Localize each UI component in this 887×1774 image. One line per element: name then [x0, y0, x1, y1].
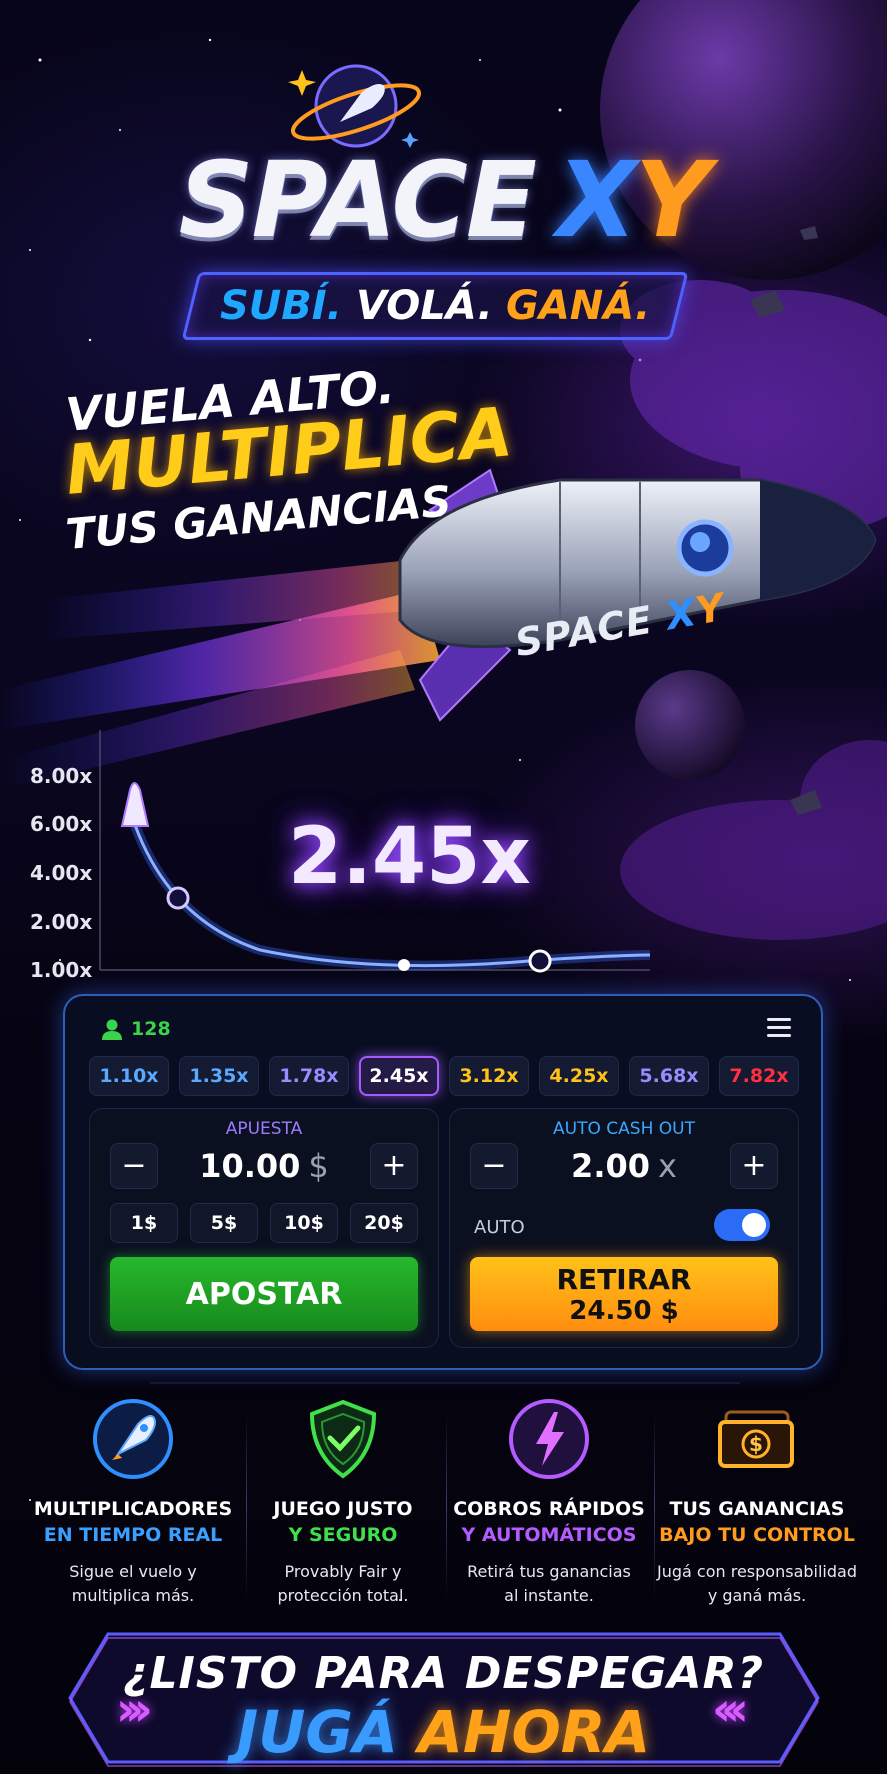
cash-out-label: RETIRAR: [556, 1263, 692, 1296]
y-tick-label: 4.00x: [30, 861, 93, 885]
auto-label: AUTO: [474, 1217, 525, 1238]
y-tick-label: 1.00x: [30, 958, 93, 982]
logo-word-space: SPACE: [178, 139, 537, 261]
feature-subtitle: BAJO TU CONTROL: [659, 1524, 855, 1546]
history-chip[interactable]: 4.25x: [539, 1056, 619, 1096]
cta-word-2: AHORA: [418, 1698, 651, 1766]
money-icon: $: [718, 1410, 794, 1468]
quick-bet-button[interactable]: 10$: [270, 1203, 338, 1243]
feature-desc: al instante.: [504, 1586, 594, 1605]
logo-letter-x: X: [556, 139, 637, 261]
bet-increase-button[interactable]: +: [370, 1143, 418, 1189]
play-now-button[interactable]: JUGÁ AHORA: [0, 1698, 887, 1766]
history-chip[interactable]: 1.10x: [89, 1056, 169, 1096]
cashout-increase-button[interactable]: +: [730, 1143, 778, 1189]
bet-amount-stepper: − 10.00 $ +: [110, 1143, 418, 1189]
quick-bet-button[interactable]: 20$: [350, 1203, 418, 1243]
y-tick-label: 8.00x: [30, 764, 93, 788]
tagline-word-1: SUBÍ.: [219, 283, 342, 329]
auto-cashout-stepper: − 2.00 x +: [470, 1143, 778, 1189]
history-chip[interactable]: 7.82x: [719, 1056, 799, 1096]
feature-desc: multiplica más.: [71, 1586, 195, 1605]
cashout-multiplier-unit: x: [658, 1147, 677, 1185]
y-tick-label: 2.00x: [30, 910, 93, 934]
feature-subtitle: Y AUTOMÁTICOS: [461, 1524, 637, 1546]
auto-toggle[interactable]: [714, 1209, 770, 1241]
auto-cashout-title: AUTO CASH OUT: [553, 1119, 695, 1139]
auto-cashout-box: AUTO CASH OUT − 2.00 x + AUTO RETIRAR 24.…: [449, 1108, 799, 1348]
bet-decrease-button[interactable]: −: [110, 1143, 158, 1189]
feature-desc: Sigue el vuelo y: [69, 1562, 197, 1581]
menu-icon[interactable]: [767, 1018, 791, 1040]
current-multiplier: 2.45x: [288, 812, 531, 902]
cash-out-button[interactable]: RETIRAR 24.50 $: [470, 1257, 778, 1331]
history-chip[interactable]: 1.78x: [269, 1056, 349, 1096]
players-count: 128: [131, 1018, 171, 1040]
svg-text:$: $: [749, 1432, 763, 1456]
user-icon: [102, 1019, 122, 1040]
y-tick-label: 6.00x: [30, 812, 93, 836]
feature-subtitle: Y SEGURO: [288, 1524, 398, 1546]
bet-amount-field[interactable]: 10.00 $: [170, 1143, 358, 1189]
game-screen: SPACE XY SUBÍ. VOLÁ. GANÁ. VUELA ALTO. MU…: [0, 0, 887, 1774]
rocket-icon: [93, 1399, 173, 1479]
multiplier-history: 1.10x 1.35x 1.78x 2.45x 3.12x 4.25x 5.68…: [89, 1056, 799, 1096]
cta-question: ¿LISTO PARA DESPEGAR?: [122, 1648, 765, 1699]
logo-letter-y: Y: [635, 139, 710, 261]
tagline-word-2: VOLÁ.: [355, 283, 493, 329]
lightning-icon: [509, 1399, 589, 1479]
bet-box: APUESTA − 10.00 $ + 1$ 5$ 10$ 20$ APOSTAR: [89, 1108, 439, 1348]
bet-amount-value: 10.00: [199, 1147, 301, 1185]
cashout-decrease-button[interactable]: −: [470, 1143, 518, 1189]
cta-word-1: JUGÁ: [236, 1698, 398, 1766]
feature-desc: Jugá con responsabilidad: [657, 1562, 857, 1581]
quick-bet-button[interactable]: 5$: [190, 1203, 258, 1243]
feature-desc: Retirá tus ganancias: [467, 1562, 631, 1581]
history-chip[interactable]: 1.35x: [179, 1056, 259, 1096]
quick-bet-options: 1$ 5$ 10$ 20$: [110, 1203, 418, 1243]
feature-desc: y ganá más.: [707, 1586, 807, 1605]
feature-desc: Provably Fair y: [284, 1562, 402, 1581]
feature-subtitle: EN TIEMPO REAL: [43, 1524, 223, 1546]
shield-check-icon: [309, 1399, 377, 1479]
cash-out-amount: 24.50 $: [569, 1296, 679, 1326]
tagline-banner: SUBÍ. VOLÁ. GANÁ.: [181, 272, 689, 340]
game-logo: SPACE XY: [0, 148, 887, 252]
feature-title: JUEGO JUSTO: [273, 1498, 413, 1520]
feature-title: COBROS RÁPIDOS: [453, 1498, 645, 1520]
tagline-word-3: GANÁ.: [506, 283, 651, 329]
bet-amount-unit: $: [308, 1147, 329, 1185]
history-chip-current[interactable]: 2.45x: [359, 1056, 439, 1096]
feature-title: TUS GANANCIAS: [669, 1498, 845, 1520]
cashout-multiplier-field[interactable]: 2.00 x: [530, 1143, 718, 1189]
feature-desc: protección total.: [277, 1586, 409, 1605]
players-online: 128: [101, 1018, 171, 1040]
cashout-multiplier-value: 2.00: [571, 1147, 650, 1185]
bet-title: APUESTA: [225, 1119, 303, 1139]
place-bet-button[interactable]: APOSTAR: [110, 1257, 418, 1331]
history-chip[interactable]: 3.12x: [449, 1056, 529, 1096]
history-chip[interactable]: 5.68x: [629, 1056, 709, 1096]
rocket-ship: [398, 468, 877, 722]
bet-panel: 128 1.10x 1.35x 1.78x 2.45x 3.12x 4.25x …: [63, 994, 823, 1370]
quick-bet-button[interactable]: 1$: [110, 1203, 178, 1243]
feature-title: MULTIPLICADORES: [33, 1498, 233, 1520]
